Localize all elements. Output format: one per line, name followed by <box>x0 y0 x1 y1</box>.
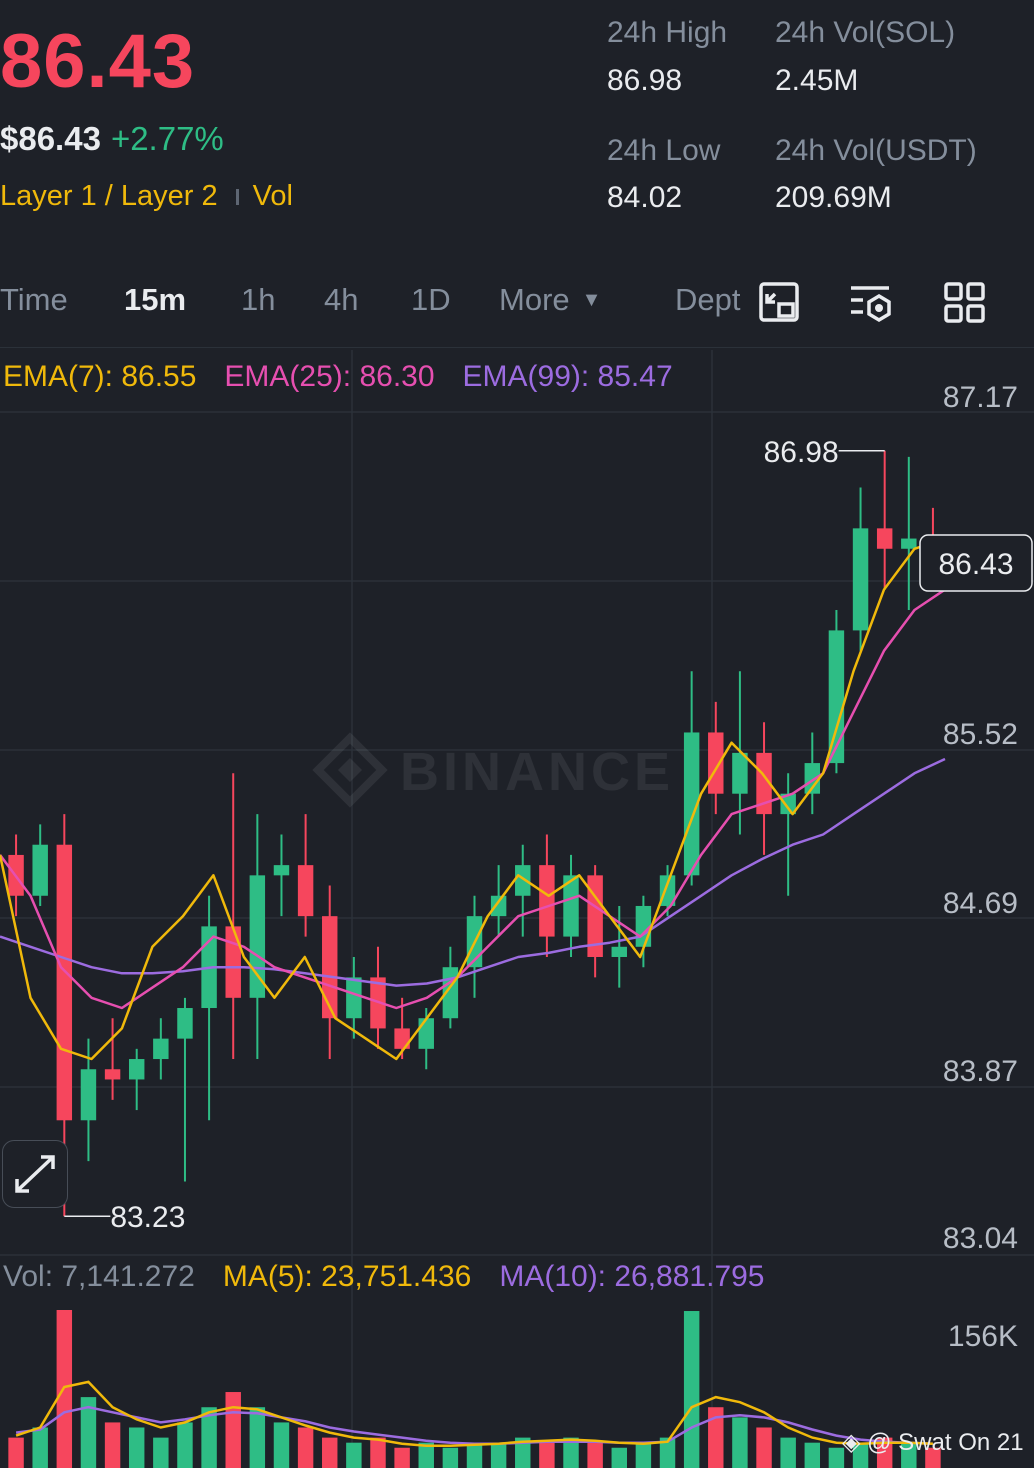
candle-body <box>153 1038 169 1060</box>
candle-body <box>346 977 362 1019</box>
candle-body <box>273 865 290 876</box>
y-tick-label: 85.52 <box>943 718 1018 751</box>
volume-bar <box>249 1407 266 1468</box>
credit-text: @ Swat On 21 <box>867 1429 1024 1456</box>
volume-bar <box>780 1437 796 1468</box>
volume-bar <box>322 1437 338 1468</box>
candle-body <box>322 916 338 1019</box>
volume-bar <box>804 1442 821 1468</box>
candle-body <box>225 926 241 998</box>
volume-tick-label: 156K <box>948 1320 1018 1353</box>
y-tick-label: 83.87 <box>943 1055 1018 1088</box>
watermark-text: BINANCE <box>400 742 674 802</box>
candle-body <box>708 732 724 794</box>
candle-body <box>104 1069 121 1080</box>
ema99-label: EMA(99): 85.47 <box>462 360 673 393</box>
volume-bar <box>177 1422 193 1468</box>
y-tick-label: 84.69 <box>943 887 1018 920</box>
vol-ma5-line <box>15 1380 933 1447</box>
ema7-label: EMA(7): 86.55 <box>3 360 197 393</box>
volume-bar <box>683 1311 700 1468</box>
volume-bar <box>394 1447 410 1468</box>
volume-bar <box>539 1442 555 1468</box>
binance-logo-icon <box>312 732 388 808</box>
candle-body <box>732 752 748 794</box>
volume-bar <box>225 1392 241 1468</box>
credit-watermark: ◈ @ Swat On 21 <box>842 1428 1024 1457</box>
high-marker-label: 86.98 <box>764 436 839 469</box>
binance-watermark: BINANCE <box>312 732 674 808</box>
candle-body <box>80 1069 97 1121</box>
ema-legend: EMA(7): 86.55 EMA(25): 86.30 EMA(99): 85.4… <box>3 360 701 394</box>
low-marker-label: 83.23 <box>110 1201 185 1234</box>
volume-bar <box>273 1422 290 1468</box>
y-tick-label: 83.04 <box>943 1222 1018 1255</box>
volume-bar <box>732 1417 748 1468</box>
volume-bar <box>370 1437 386 1468</box>
volume-bar <box>490 1442 507 1468</box>
expand-arrows-icon <box>15 1155 55 1193</box>
volume-bar <box>32 1427 48 1468</box>
volume-bar <box>8 1437 24 1468</box>
fullscreen-button[interactable] <box>2 1140 68 1208</box>
candles-layer <box>8 450 941 1217</box>
candle-body <box>611 946 627 957</box>
candle-body <box>177 1008 193 1039</box>
candle-body <box>32 844 48 896</box>
y-axis: 87.17 85.52 84.69 83.87 83.04 <box>943 381 1018 1255</box>
volume-bar <box>104 1422 121 1468</box>
volume-bar <box>153 1437 169 1468</box>
volume-bar <box>297 1427 314 1468</box>
volume-bar <box>128 1427 145 1468</box>
candle-body <box>249 875 266 998</box>
price-chart[interactable]: BINANCE 87.17 85.52 84.69 83.87 83.04 86.98 8… <box>0 0 1034 1468</box>
chart-grid <box>0 350 1034 1468</box>
ema25-label: EMA(25): 86.30 <box>224 360 435 393</box>
volume-bar <box>635 1442 652 1468</box>
candle-body <box>418 1018 434 1049</box>
candle-body <box>515 865 531 896</box>
candle-body <box>876 528 893 549</box>
volume-bar <box>466 1442 483 1468</box>
volume-bar <box>611 1447 627 1468</box>
volume-bar <box>587 1442 603 1468</box>
volume-bar <box>442 1447 459 1468</box>
candle-body <box>56 844 73 1121</box>
candle-body <box>128 1059 145 1080</box>
ma5-label: MA(5): 23,751.436 <box>222 1260 472 1293</box>
candle-body <box>297 865 314 917</box>
candle-body <box>490 895 507 917</box>
vol-label: Vol: 7,141.272 <box>3 1260 195 1293</box>
candle-body <box>539 865 555 937</box>
binance-small-icon: ◈ <box>842 1429 861 1456</box>
candle-body <box>901 538 917 549</box>
volume-bar <box>756 1427 772 1468</box>
ma10-label: MA(10): 26,881.795 <box>499 1260 765 1293</box>
volume-bar <box>346 1442 362 1468</box>
volume-legend: Vol: 7,141.272 MA(5): 23,751.436 MA(10): 2… <box>3 1260 793 1294</box>
last-price-label: 86.43 <box>938 548 1013 581</box>
candle-body <box>852 528 869 631</box>
y-tick-label: 87.17 <box>943 381 1018 414</box>
